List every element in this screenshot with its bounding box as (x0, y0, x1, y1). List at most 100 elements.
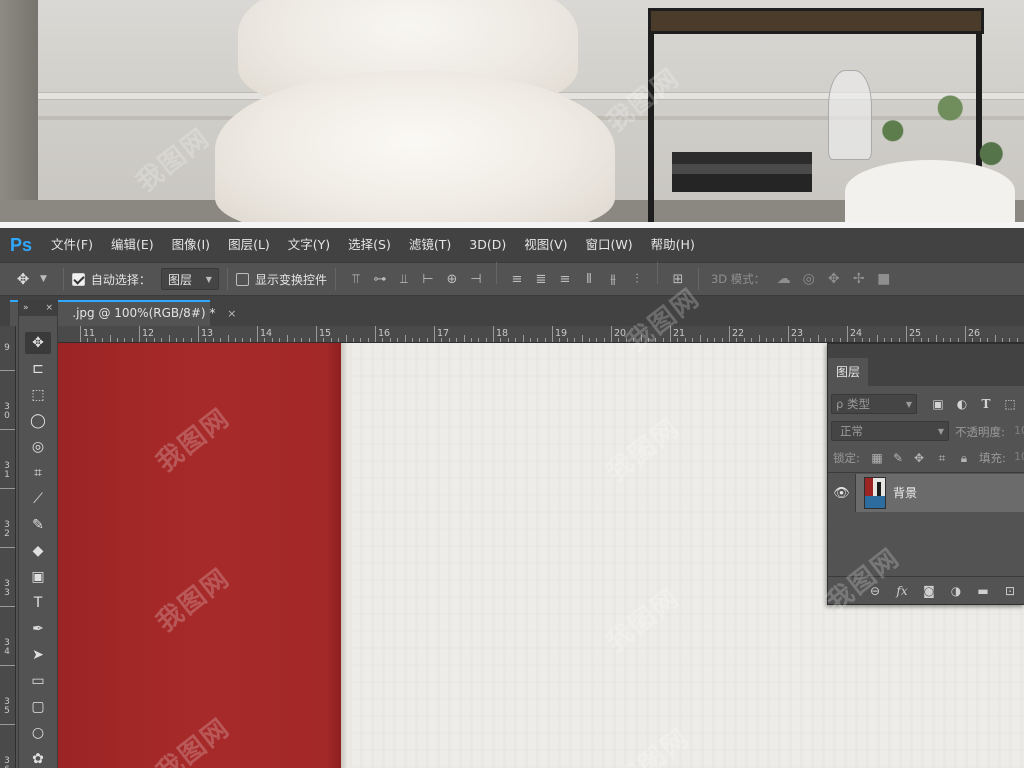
photo-fur-chair-seat (215, 70, 615, 222)
scale-icon[interactable]: ■ (871, 262, 896, 296)
ruler-subtick (131, 338, 133, 342)
lock-transparent-pixels-icon[interactable]: ▦ (867, 449, 887, 467)
align-right-edges-icon[interactable]: ⊣ (464, 262, 488, 296)
lock-artboard-icon[interactable]: ⌗ (932, 449, 952, 467)
ruler-tick (611, 326, 612, 342)
move-tool-icon[interactable]: ✥ (25, 332, 51, 354)
blend-mode-dropdown[interactable]: 正常 ▼ (831, 421, 949, 441)
filter-type-layers-icon[interactable]: T (975, 394, 997, 414)
vertical-ruler[interactable]: 9 3 0 3 1 3 2 3 3 3 4 3 5 3 6 (0, 326, 16, 768)
thumbnail-detail (877, 482, 881, 496)
auto-select-target-dropdown[interactable]: 图层 ▼ (160, 268, 219, 290)
photo-vase (845, 160, 1015, 222)
lock-position-icon[interactable]: ✥ (909, 449, 929, 467)
menu-item[interactable]: 文件(F) (42, 228, 102, 262)
tool-preset-caret-icon[interactable]: ▼ (40, 274, 47, 284)
auto-select-checkbox[interactable] (71, 272, 85, 286)
auto-align-icon[interactable]: ⊞ (666, 262, 690, 296)
ruler-subtick (854, 338, 856, 342)
new-group-icon[interactable]: ▬ (972, 581, 994, 601)
horizontal-ruler[interactable]: 11 12 13 14 15 16 17 18 19 20 21 22 23 24 25 26 (58, 326, 1024, 343)
ruler-subtick (802, 338, 804, 342)
brush-tool-icon[interactable]: ✎ (25, 514, 51, 536)
rounded-rectangle-tool-icon[interactable]: ▢ (25, 696, 51, 718)
filter-pixel-layers-icon[interactable]: ▣ (927, 394, 949, 414)
ruler-subtick (153, 338, 155, 342)
transform-controls-checkbox[interactable] (235, 272, 249, 286)
new-adjustment-layer-icon[interactable]: ◑ (945, 581, 967, 601)
link-layers-icon[interactable]: ⊖ (864, 581, 886, 601)
pan-icon[interactable]: ✥ (821, 262, 846, 296)
menu-item[interactable]: 图层(L) (219, 228, 279, 262)
ruler-subtick (522, 335, 524, 342)
path-selection-tool-icon[interactable]: ➤ (25, 644, 51, 666)
ruler-subtick (692, 338, 694, 342)
menu-item[interactable]: 文字(Y) (279, 228, 339, 262)
lasso-tool-icon[interactable]: ◯ (25, 410, 51, 432)
ruler-subtick (588, 338, 590, 342)
visibility-eye-icon[interactable]: 👁︎ (828, 474, 856, 512)
menu-item[interactable]: 滤镜(T) (400, 228, 460, 262)
close-icon[interactable]: × (227, 307, 236, 320)
distribute-left-icon[interactable]: ⫴ (577, 262, 601, 296)
menu-item[interactable]: 3D(D) (460, 228, 515, 262)
ruler-subtick (175, 338, 177, 342)
fill-value[interactable]: 10 (1014, 450, 1024, 463)
menu-item[interactable]: 视图(V) (515, 228, 576, 262)
gradient-tool-icon[interactable]: ▣ (25, 566, 51, 588)
new-layer-icon[interactable]: ⊡ (999, 581, 1021, 601)
menu-item[interactable]: 编辑(E) (102, 228, 163, 262)
ruler-subtick (345, 335, 347, 342)
layer-name[interactable]: 背景 (893, 474, 917, 512)
slide-icon[interactable]: ✢ (846, 262, 871, 296)
eraser-tool-icon[interactable]: ◆ (25, 540, 51, 562)
lock-all-icon[interactable]: 🔒︎ (954, 449, 974, 467)
align-top-edges-icon[interactable]: ⫪ (344, 262, 368, 296)
ruler-tick (0, 370, 15, 371)
distribute-right-icon[interactable]: ⫶ (625, 262, 649, 296)
menu-item[interactable]: 帮助(H) (642, 228, 704, 262)
eyedropper-tool-icon[interactable]: ⟋ (25, 488, 51, 510)
tab-layers[interactable]: 图层 (828, 358, 868, 386)
align-bottom-edges-icon[interactable]: ⫫ (392, 262, 416, 296)
orbit-icon[interactable]: ☁ (771, 262, 796, 296)
ruler-subtick (817, 335, 819, 342)
artboard-tool-icon[interactable]: ⊏ (25, 358, 51, 380)
layer-row[interactable]: 👁︎ 背景 (828, 474, 1024, 512)
thumbnail-detail (865, 496, 885, 508)
fx-layer-style-icon[interactable]: fx (891, 581, 913, 601)
menu-item[interactable]: 窗口(W) (577, 228, 642, 262)
ruler-subtick (279, 338, 281, 342)
pen-tool-icon[interactable]: ✒ (25, 618, 51, 640)
type-tool-icon[interactable]: T (25, 592, 51, 614)
rectangle-tool-icon[interactable]: ▭ (25, 670, 51, 692)
collapse-panel-icon[interactable]: » (23, 303, 29, 313)
ruler-subtick (478, 338, 480, 342)
lock-image-pixels-icon[interactable]: ✎ (888, 449, 908, 467)
distribute-bottom-icon[interactable]: ≡ (553, 262, 577, 296)
align-vertical-centers-icon[interactable]: ⊶ (368, 262, 392, 296)
crop-tool-icon[interactable]: ⌗ (25, 462, 51, 484)
filter-shape-layers-icon[interactable]: ⬚ (999, 394, 1021, 414)
menu-item[interactable]: 图像(I) (163, 228, 219, 262)
ruler-subtick (625, 338, 627, 342)
distribute-vertical-centers-icon[interactable]: ≣ (529, 262, 553, 296)
divider (62, 268, 64, 290)
distribute-horizontal-centers-icon[interactable]: ⫵ (601, 262, 625, 296)
ruler-tick (434, 326, 435, 342)
custom-shape-tool-icon[interactable]: ✿ (25, 748, 51, 768)
roll-icon[interactable]: ◎ (796, 262, 821, 296)
marquee-tool-icon[interactable]: ⬚ (25, 384, 51, 406)
ellipse-tool-icon[interactable]: ○ (25, 722, 51, 744)
opacity-value[interactable]: 10 (1014, 424, 1024, 437)
close-panel-icon[interactable]: × (45, 303, 53, 313)
menu-item[interactable]: 选择(S) (339, 228, 400, 262)
add-mask-icon[interactable]: ◙ (918, 581, 940, 601)
filter-adjustment-layers-icon[interactable]: ◐ (951, 394, 973, 414)
quick-selection-tool-icon[interactable]: ◎ (25, 436, 51, 458)
align-left-edges-icon[interactable]: ⊢ (416, 262, 440, 296)
layer-filter-dropdown[interactable]: ρ 类型 ▼ (831, 394, 917, 414)
distribute-top-icon[interactable]: ≡ (505, 262, 529, 296)
align-horizontal-centers-icon[interactable]: ⊕ (440, 262, 464, 296)
ruler-subtick (765, 338, 767, 342)
